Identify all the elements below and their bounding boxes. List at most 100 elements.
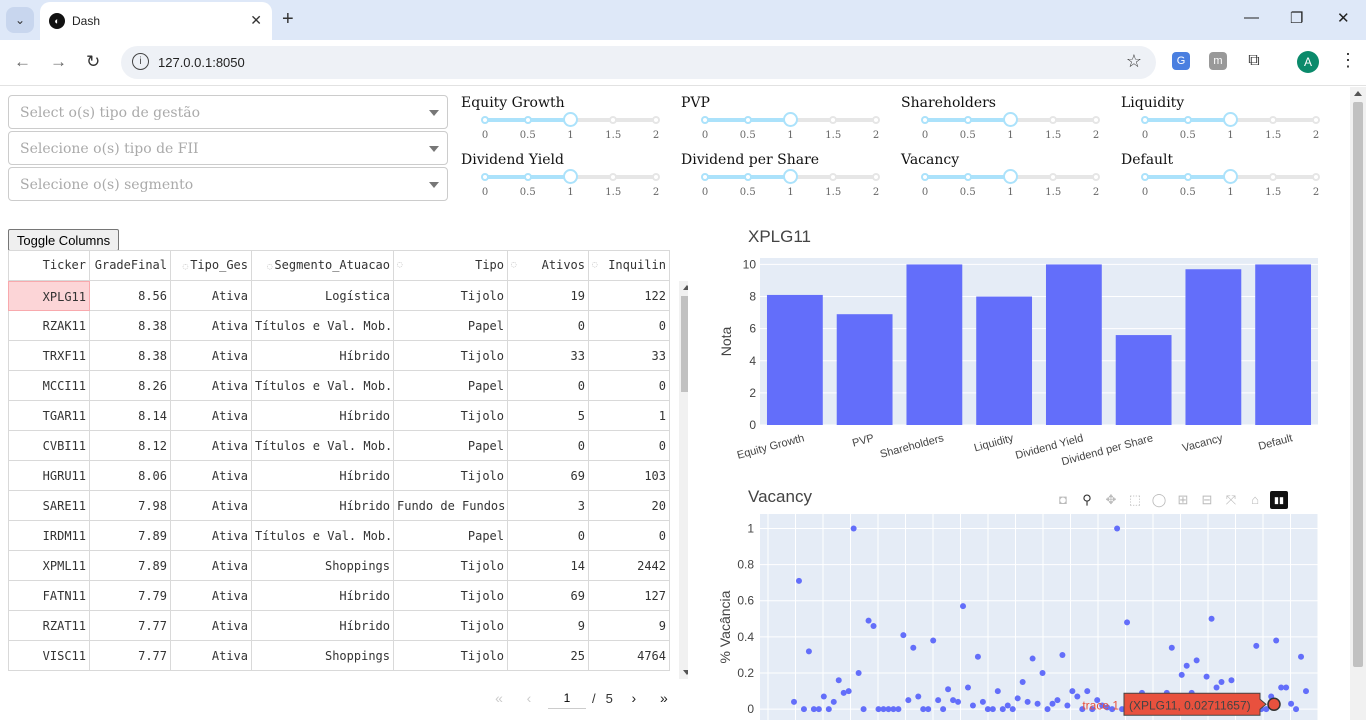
weight-slider[interactable]: Liquidity 0 0.5 1 1.5 2 — [1121, 95, 1321, 150]
weight-slider[interactable]: Default 0 0.5 1 1.5 2 — [1121, 152, 1321, 207]
table-cell[interactable]: 25 — [508, 641, 589, 671]
scroll-up-icon[interactable] — [1354, 91, 1362, 96]
col-header-gradefinal[interactable]: GradeFinal — [90, 250, 171, 281]
table-cell[interactable]: Papel — [394, 371, 508, 401]
table-cell[interactable]: MCCI11 — [8, 371, 90, 401]
col-header-segmento[interactable]: ◌ Segmento_Atuacao — [252, 250, 394, 281]
table-cell[interactable]: 8.12 — [90, 431, 171, 461]
table-cell[interactable]: Títulos e Val. Mob. — [252, 311, 394, 341]
table-cell[interactable]: VISC11 — [8, 641, 90, 671]
table-cell[interactable]: 7.77 — [90, 611, 171, 641]
weight-slider[interactable]: Dividend per Share 0 0.5 1 1.5 2 — [681, 152, 881, 207]
table-cell[interactable]: 7.79 — [90, 581, 171, 611]
tipo-fii-dropdown[interactable]: Selecione o(s) tipo de FII — [8, 131, 448, 165]
close-icon[interactable]: ✕ — [250, 12, 262, 29]
table-cell[interactable]: 69 — [508, 581, 589, 611]
table-cell[interactable]: 20 — [589, 491, 670, 521]
site-info-icon[interactable]: i — [132, 53, 149, 70]
table-row[interactable]: SARE11 7.98 Ativa Híbrido Fundo de Fundos 3 20 — [8, 491, 670, 521]
table-cell[interactable]: 4764 — [589, 641, 670, 671]
table-cell[interactable]: 19 — [508, 281, 589, 311]
table-cell[interactable]: 5 — [508, 401, 589, 431]
table-cell[interactable]: 2442 — [589, 551, 670, 581]
table-cell[interactable]: Ativa — [171, 431, 252, 461]
table-cell[interactable]: Tijolo — [394, 281, 508, 311]
table-cell[interactable]: Híbrido — [252, 341, 394, 371]
table-cell[interactable]: 8.38 — [90, 341, 171, 371]
table-cell[interactable]: Híbrido — [252, 581, 394, 611]
table-cell[interactable]: 0 — [508, 521, 589, 551]
table-cell[interactable]: FATN11 — [8, 581, 90, 611]
table-row[interactable]: VISC11 7.77 Ativa Shoppings Tijolo 25 4764 — [8, 641, 670, 671]
table-cell[interactable]: CVBI11 — [8, 431, 90, 461]
page-scrollbar-thumb[interactable] — [1353, 102, 1363, 667]
hide-column-icon[interactable]: ◌ — [397, 251, 402, 280]
page-input[interactable] — [548, 687, 586, 709]
table-row[interactable]: CVBI11 8.12 Ativa Títulos e Val. Mob. Papel 0… — [8, 431, 670, 461]
table-cell[interactable]: XPML11 — [8, 551, 90, 581]
table-cell[interactable]: RZAT11 — [8, 611, 90, 641]
table-cell[interactable]: Títulos e Val. Mob. — [252, 371, 394, 401]
table-cell[interactable]: Híbrido — [252, 491, 394, 521]
table-cell[interactable]: Ativa — [171, 581, 252, 611]
hide-column-icon[interactable]: ◌ — [267, 262, 272, 272]
window-close-icon[interactable]: ✕ — [1337, 9, 1350, 27]
table-cell[interactable]: 7.89 — [90, 521, 171, 551]
table-cell[interactable]: TRXF11 — [8, 341, 90, 371]
table-cell[interactable]: Papel — [394, 431, 508, 461]
table-row[interactable]: TRXF11 8.38 Ativa Híbrido Tijolo 33 33 — [8, 341, 670, 371]
table-cell[interactable]: 103 — [589, 461, 670, 491]
gestao-dropdown[interactable]: Select o(s) tipo de gestão — [8, 95, 448, 129]
slider-handle[interactable] — [563, 169, 578, 184]
table-cell[interactable]: XPLG11 — [8, 281, 90, 311]
table-cell[interactable]: Ativa — [171, 401, 252, 431]
table-cell[interactable]: Tijolo — [394, 581, 508, 611]
table-cell[interactable]: 127 — [589, 581, 670, 611]
table-cell[interactable]: TGAR11 — [8, 401, 90, 431]
slider-handle[interactable] — [1223, 169, 1238, 184]
tab-search-button[interactable]: ⌄ — [6, 7, 34, 33]
table-cell[interactable]: Ativa — [171, 311, 252, 341]
table-cell[interactable]: Ativa — [171, 551, 252, 581]
table-cell[interactable]: Ativa — [171, 341, 252, 371]
scroll-down-icon[interactable] — [683, 670, 688, 675]
table-cell[interactable]: Híbrido — [252, 461, 394, 491]
table-cell[interactable]: 7.89 — [90, 551, 171, 581]
col-header-inquilinos[interactable]: ◌ Inquilin — [589, 250, 670, 281]
table-cell[interactable]: Logística — [252, 281, 394, 311]
bookmark-star-icon[interactable]: ☆ — [1126, 51, 1142, 72]
table-cell[interactable]: Ativa — [171, 461, 252, 491]
table-cell[interactable]: 9 — [589, 611, 670, 641]
scroll-up-icon[interactable] — [683, 285, 688, 290]
browser-tab[interactable]: ◐ Dash ✕ — [40, 2, 272, 40]
avatar[interactable]: A — [1297, 51, 1319, 73]
table-cell[interactable]: Tijolo — [394, 341, 508, 371]
table-row[interactable]: RZAK11 8.38 Ativa Títulos e Val. Mob. Papel 0… — [8, 311, 670, 341]
table-scrollbar[interactable] — [679, 281, 688, 679]
table-row[interactable]: XPML11 7.89 Ativa Shoppings Tijolo 14 2442 — [8, 551, 670, 581]
weight-slider[interactable]: Dividend Yield 0 0.5 1 1.5 2 — [461, 152, 661, 207]
col-header-tipo-gestao[interactable]: ◌ Tipo_Ges — [171, 250, 252, 281]
col-header-ticker[interactable]: Ticker — [8, 250, 90, 281]
table-cell[interactable]: 9 — [508, 611, 589, 641]
table-cell[interactable]: Ativa — [171, 521, 252, 551]
weight-slider[interactable]: Shareholders 0 0.5 1 1.5 2 — [901, 95, 1101, 150]
table-cell[interactable]: 14 — [508, 551, 589, 581]
hide-column-icon[interactable]: ◌ — [511, 251, 516, 280]
table-cell[interactable]: Ativa — [171, 641, 252, 671]
table-cell[interactable]: Papel — [394, 311, 508, 341]
table-cell[interactable]: Tijolo — [394, 611, 508, 641]
table-cell[interactable]: 33 — [508, 341, 589, 371]
slider-handle[interactable] — [1003, 112, 1018, 127]
table-cell[interactable]: Tijolo — [394, 551, 508, 581]
table-cell[interactable]: 0 — [589, 431, 670, 461]
table-row[interactable]: HGRU11 8.06 Ativa Híbrido Tijolo 69 103 — [8, 461, 670, 491]
extensions-puzzle-icon[interactable]: ⧉ — [1245, 52, 1263, 70]
table-cell[interactable]: RZAK11 — [8, 311, 90, 341]
table-cell[interactable]: 0 — [589, 371, 670, 401]
table-cell[interactable]: Híbrido — [252, 611, 394, 641]
table-row[interactable]: FATN11 7.79 Ativa Híbrido Tijolo 69 127 — [8, 581, 670, 611]
slider-handle[interactable] — [1223, 112, 1238, 127]
table-cell[interactable]: 8.56 — [90, 281, 171, 311]
table-cell[interactable]: 0 — [508, 311, 589, 341]
